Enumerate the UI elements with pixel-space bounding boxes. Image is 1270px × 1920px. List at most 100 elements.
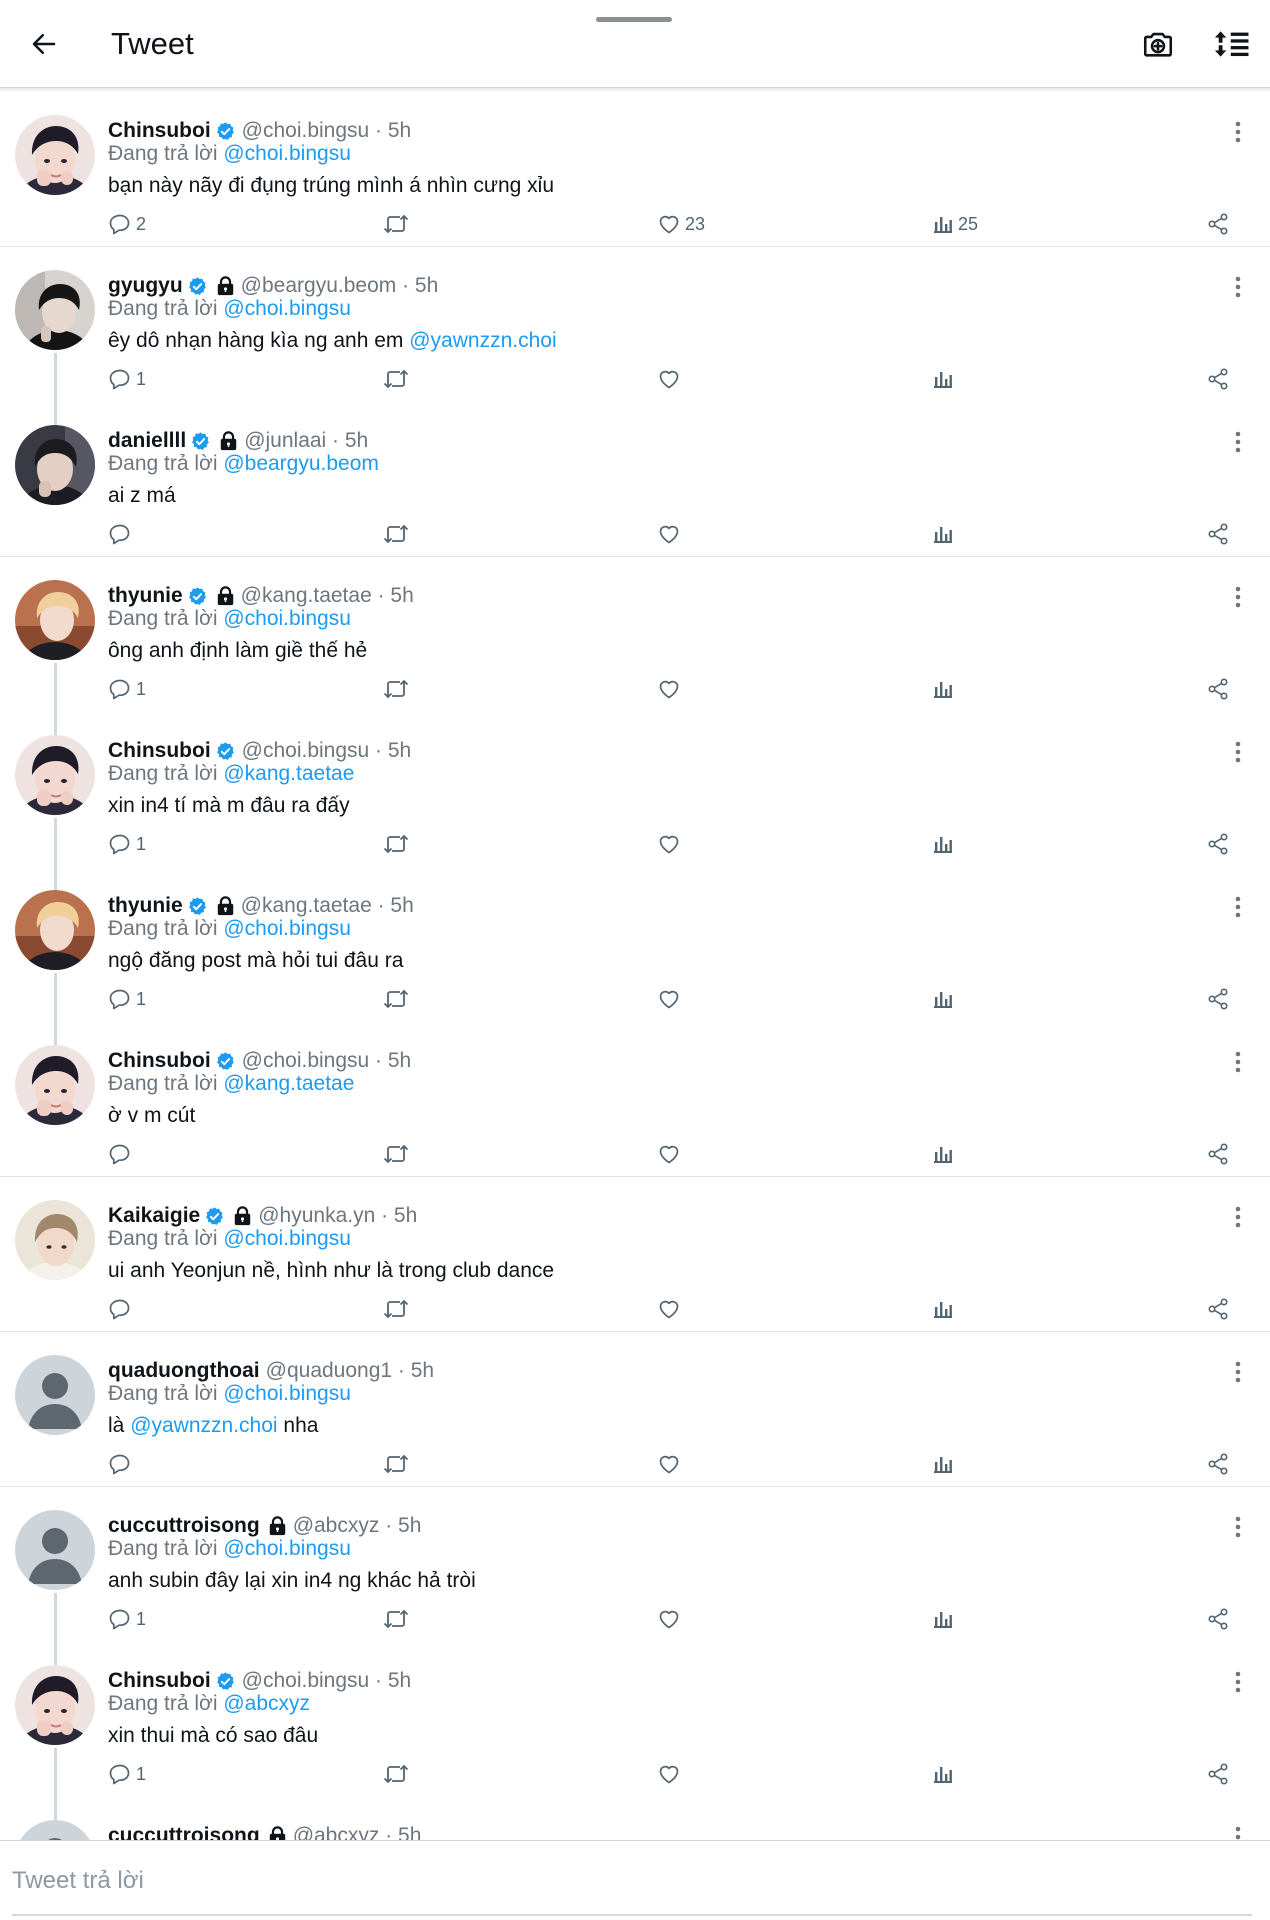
like-button[interactable]	[657, 1134, 685, 1174]
like-button[interactable]	[657, 514, 685, 554]
tweet-item[interactable]: daniellll @junlaai · 5h Đang trả lời @be…	[0, 402, 1270, 557]
views-button[interactable]	[932, 1289, 958, 1329]
retweet-button[interactable]	[383, 1289, 409, 1329]
reply-button[interactable]	[108, 1289, 136, 1329]
reply-button[interactable]: 2	[108, 204, 146, 244]
retweet-button[interactable]	[383, 979, 409, 1019]
more-vert-icon[interactable]	[1222, 426, 1254, 458]
avatar[interactable]	[15, 1200, 95, 1280]
more-vert-icon[interactable]	[1222, 1046, 1254, 1078]
views-button[interactable]	[932, 1754, 958, 1794]
views-button[interactable]	[932, 1134, 958, 1174]
mention-link[interactable]: @choi.bingsu	[223, 607, 351, 630]
reply-button[interactable]: 1	[108, 1754, 146, 1794]
mention-link[interactable]: @choi.bingsu	[223, 142, 351, 165]
like-button[interactable]	[657, 1599, 685, 1639]
retweet-button[interactable]	[383, 1599, 409, 1639]
display-name[interactable]: cuccuttroisong	[108, 1514, 260, 1538]
display-name[interactable]: Chinsuboi	[108, 119, 211, 143]
retweet-button[interactable]	[383, 1754, 409, 1794]
avatar[interactable]	[15, 270, 95, 350]
avatar[interactable]	[15, 580, 95, 660]
share-button[interactable]	[1206, 359, 1230, 399]
avatar[interactable]	[15, 1820, 95, 1840]
reply-button[interactable]	[108, 514, 136, 554]
arrow-left-icon[interactable]	[20, 20, 68, 68]
reply-button[interactable]	[108, 1444, 136, 1484]
mention-link[interactable]: @kang.taetae	[223, 762, 354, 785]
like-button[interactable]	[657, 669, 685, 709]
mention-link[interactable]: @abcxyz	[223, 1692, 310, 1715]
reply-button[interactable]: 1	[108, 824, 146, 864]
more-vert-icon[interactable]	[1222, 891, 1254, 923]
more-vert-icon[interactable]	[1222, 1666, 1254, 1698]
like-button[interactable]	[657, 979, 685, 1019]
share-button[interactable]	[1206, 1289, 1230, 1329]
tweet-item[interactable]: gyugyu @beargyu.beom · 5h Đang trả lời @…	[0, 247, 1270, 425]
views-button[interactable]	[932, 824, 958, 864]
tweet-item[interactable]: quaduongthoai @quaduong1 · 5h Đang trả l…	[0, 1332, 1270, 1487]
display-name[interactable]: quaduongthoai	[108, 1359, 260, 1383]
views-button[interactable]	[932, 514, 958, 554]
display-name[interactable]: Kaikaigie	[108, 1204, 200, 1228]
more-vert-icon[interactable]	[1222, 1201, 1254, 1233]
reply-button[interactable]: 1	[108, 1599, 146, 1639]
reply-input[interactable]	[12, 1863, 1252, 1899]
views-button[interactable]	[932, 979, 958, 1019]
mention-link[interactable]: @choi.bingsu	[223, 1537, 351, 1560]
share-button[interactable]	[1206, 204, 1230, 244]
more-vert-icon[interactable]	[1222, 1821, 1254, 1840]
reply-button[interactable]	[108, 1134, 136, 1174]
mention-link[interactable]: @yawnzzn.choi	[130, 1414, 277, 1437]
like-button[interactable]	[657, 359, 685, 399]
like-button[interactable]	[657, 1754, 685, 1794]
mention-link[interactable]: @yawnzzn.choi	[409, 329, 556, 352]
sort-icon[interactable]	[1208, 20, 1256, 68]
like-button[interactable]	[657, 824, 685, 864]
replies-feed[interactable]: Chinsuboi @choi.bingsu · 5h Đang trả lời…	[0, 92, 1270, 1840]
tweet-item[interactable]: Kaikaigie @hyunka.yn · 5h Đang trả lời @…	[0, 1177, 1270, 1332]
more-vert-icon[interactable]	[1222, 271, 1254, 303]
camera-add-icon[interactable]	[1134, 20, 1182, 68]
share-button[interactable]	[1206, 1599, 1230, 1639]
retweet-button[interactable]	[383, 824, 409, 864]
more-vert-icon[interactable]	[1222, 581, 1254, 613]
tweet-item[interactable]: thyunie @kang.taetae · 5h Đang trả lời @…	[0, 867, 1270, 1045]
views-button[interactable]	[932, 1599, 958, 1639]
reply-button[interactable]: 1	[108, 669, 146, 709]
views-button[interactable]	[932, 669, 958, 709]
share-button[interactable]	[1206, 1134, 1230, 1174]
display-name[interactable]: daniellll	[108, 429, 186, 453]
avatar[interactable]	[15, 1355, 95, 1435]
more-vert-icon[interactable]	[1222, 736, 1254, 768]
share-button[interactable]	[1206, 1444, 1230, 1484]
tweet-item[interactable]: cuccuttroisong @abcxyz · 5h	[0, 1797, 1270, 1840]
views-button[interactable]	[932, 1444, 958, 1484]
more-vert-icon[interactable]	[1222, 1511, 1254, 1543]
tweet-item[interactable]: Chinsuboi @choi.bingsu · 5h Đang trả lời…	[0, 92, 1270, 247]
display-name[interactable]: Chinsuboi	[108, 1669, 211, 1693]
share-button[interactable]	[1206, 1754, 1230, 1794]
avatar[interactable]	[15, 1045, 95, 1125]
display-name[interactable]: Chinsuboi	[108, 1049, 211, 1073]
avatar[interactable]	[15, 1510, 95, 1590]
mention-link[interactable]: @kang.taetae	[223, 1072, 354, 1095]
tweet-item[interactable]: cuccuttroisong @abcxyz · 5h Đang trả lời…	[0, 1487, 1270, 1665]
share-button[interactable]	[1206, 979, 1230, 1019]
tweet-item[interactable]: Chinsuboi @choi.bingsu · 5h Đang trả lời…	[0, 1022, 1270, 1177]
tweet-item[interactable]: Chinsuboi @choi.bingsu · 5h Đang trả lời…	[0, 1642, 1270, 1820]
mention-link[interactable]: @choi.bingsu	[223, 297, 351, 320]
retweet-button[interactable]	[383, 1444, 409, 1484]
retweet-button[interactable]	[383, 514, 409, 554]
mention-link[interactable]: @choi.bingsu	[223, 1227, 351, 1250]
share-button[interactable]	[1206, 824, 1230, 864]
avatar[interactable]	[15, 1665, 95, 1745]
mention-link[interactable]: @choi.bingsu	[223, 917, 351, 940]
share-button[interactable]	[1206, 514, 1230, 554]
display-name[interactable]: gyugyu	[108, 274, 183, 298]
mention-link[interactable]: @beargyu.beom	[223, 452, 379, 475]
avatar[interactable]	[15, 115, 95, 195]
retweet-button[interactable]	[383, 669, 409, 709]
like-button[interactable]: 23	[657, 204, 705, 244]
views-button[interactable]: 25	[932, 204, 978, 244]
